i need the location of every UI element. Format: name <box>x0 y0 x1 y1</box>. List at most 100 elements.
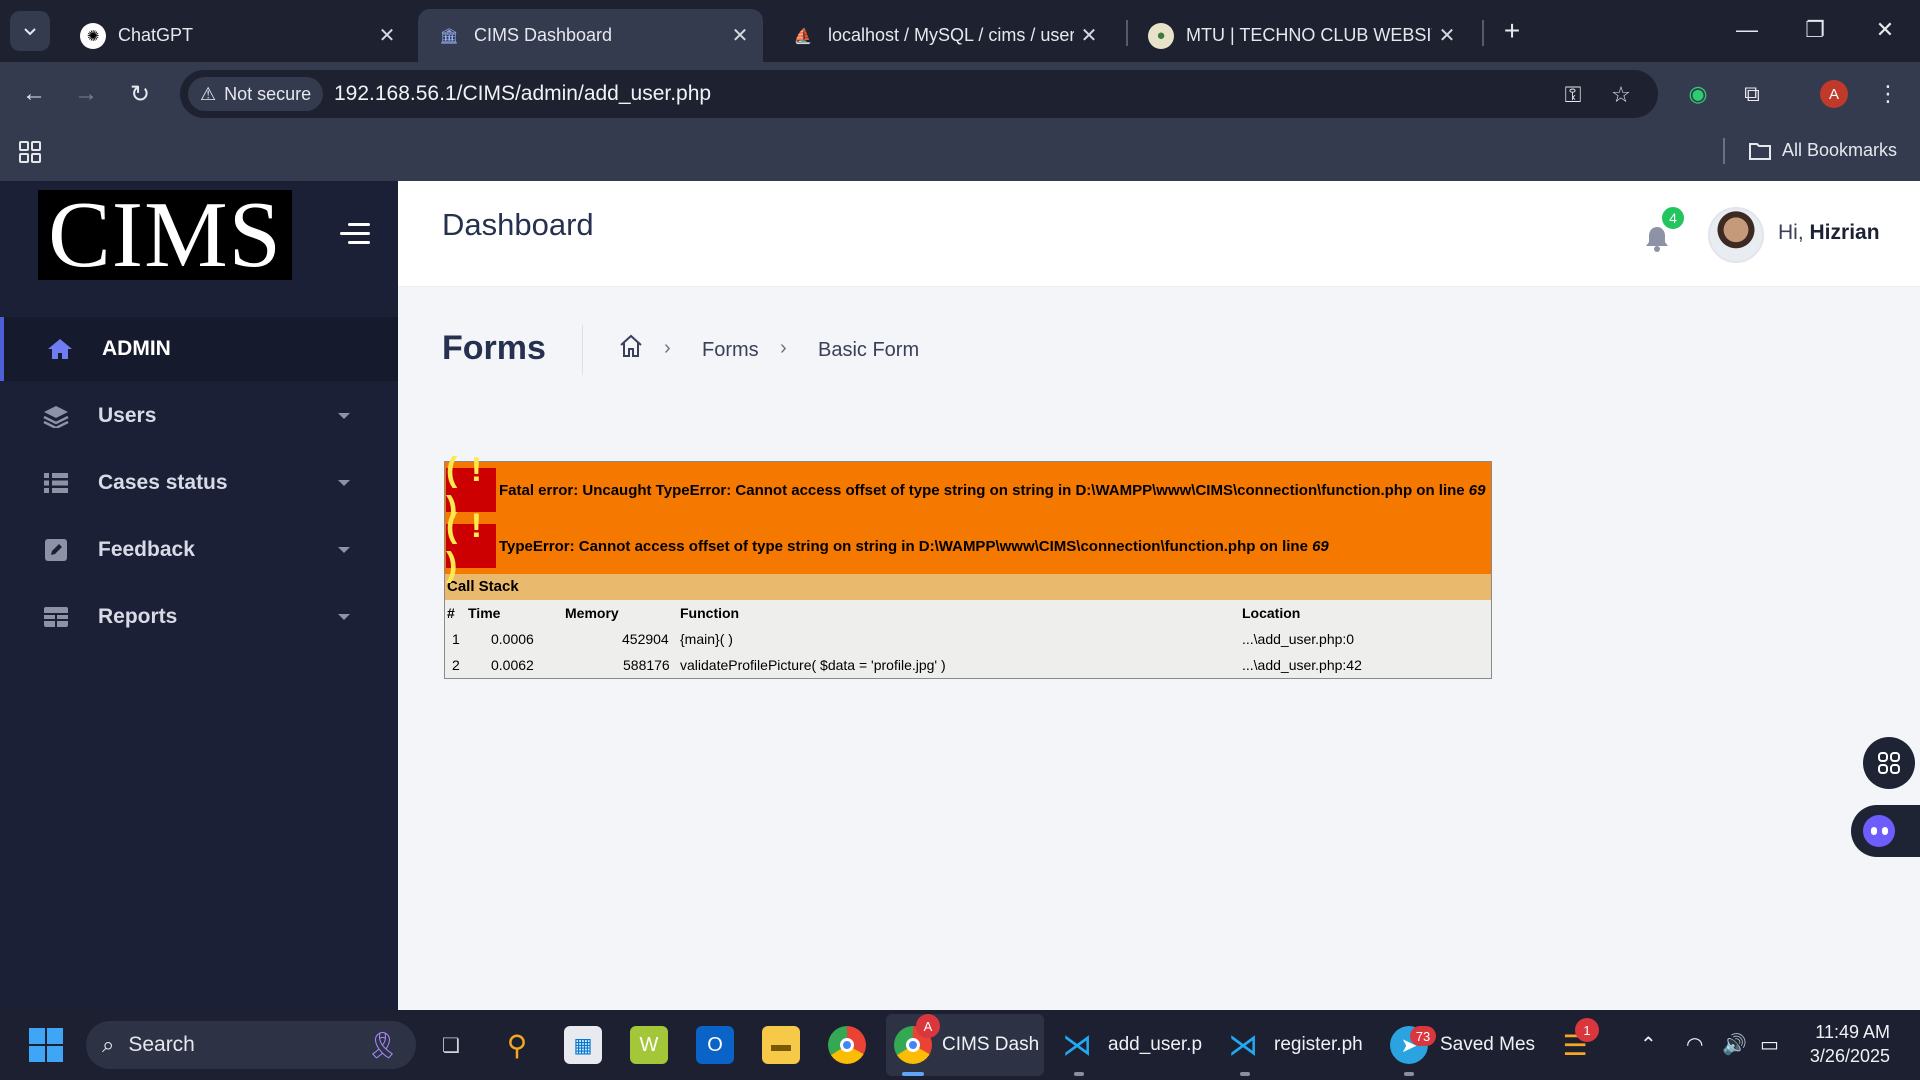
sidebar-item-reports[interactable]: Reports <box>0 585 398 649</box>
system-clock[interactable]: 11:49 AM 3/26/2025 <box>1808 1020 1890 1068</box>
app-header: Dashboard 4 Hi, Hizrian <box>398 181 1920 287</box>
clock-time: 11:49 AM <box>1815 1022 1890 1042</box>
sidebar-item-admin[interactable]: ADMIN <box>0 317 398 381</box>
taskbar-outlook[interactable]: O <box>696 1020 734 1070</box>
breadcrumb-forms[interactable]: Forms <box>702 339 759 362</box>
chevron-down-icon <box>24 28 36 36</box>
tab-search-button[interactable] <box>10 11 50 51</box>
task-view-icon: ❏ <box>442 1034 460 1057</box>
cims-logo[interactable]: CIMS <box>38 188 292 282</box>
taskbar-search-app[interactable]: ⚲ <box>498 1020 536 1070</box>
taskbar-store[interactable]: ▦ <box>564 1020 602 1070</box>
reload-button[interactable]: ↻ <box>120 74 160 114</box>
site-info-button[interactable]: ⚠ Not secure <box>188 77 324 111</box>
column-header: Function <box>680 605 740 621</box>
vscode-icon: ⋊ <box>1228 1028 1258 1062</box>
tab-chatgpt[interactable]: ✺ ChatGPT ✕ <box>62 9 410 62</box>
fatal-error-line: 69 <box>1468 482 1486 499</box>
cell-index: 2 <box>452 657 460 673</box>
tab-separator <box>1482 20 1484 46</box>
taskbar-item-label: Saved Mes <box>1440 1034 1536 1055</box>
bookmark-bar: All Bookmarks <box>0 126 1920 181</box>
close-icon[interactable]: ✕ <box>725 21 755 51</box>
close-icon[interactable]: ✕ <box>372 21 402 51</box>
url-text[interactable]: 192.168.56.1/CIMS/admin/add_user.php <box>334 82 711 106</box>
tab-separator <box>1126 20 1128 46</box>
address-bar[interactable]: ⚠ Not secure 192.168.56.1/CIMS/admin/add… <box>180 70 1658 118</box>
taskbar-telegram[interactable]: ➤ Saved Mes <box>1390 1020 1535 1070</box>
floating-assistant-button[interactable] <box>1851 805 1920 857</box>
volume-icon[interactable]: 🔊 <box>1722 1032 1747 1057</box>
ribbon-icon: 🎗 <box>366 1029 400 1060</box>
forward-button[interactable]: → <box>66 74 106 114</box>
back-button[interactable]: ← <box>14 74 54 114</box>
phpmyadmin-icon: ⛵ <box>793 27 813 45</box>
assistant-face-icon <box>1863 815 1895 847</box>
chatgpt-icon: ✺ <box>80 22 106 49</box>
all-bookmarks-label: All Bookmarks <box>1782 140 1898 160</box>
type-error-line: 69 <box>1312 538 1329 555</box>
breadcrumb-home-icon[interactable] <box>618 333 644 359</box>
layers-icon <box>42 402 70 430</box>
tab-cims-dashboard[interactable]: 🏛 CIMS Dashboard ✕ <box>418 9 763 62</box>
sidebar: CIMS ADMIN Users Cases status Feedback R… <box>0 181 398 1010</box>
puzzle-icon[interactable]: ⧉ <box>1734 76 1770 112</box>
security-label: Not secure <box>224 83 312 104</box>
sidebar-item-users[interactable]: Users <box>0 384 398 448</box>
start-button[interactable] <box>28 1020 64 1070</box>
cell-location: ...\add_user.php:42 <box>1242 657 1362 673</box>
running-indicator <box>1404 1072 1414 1076</box>
taskbar-search[interactable]: ⌕ Search 🎗 <box>86 1021 416 1069</box>
taskbar-wamp[interactable]: W <box>630 1020 668 1070</box>
tab-phpmyadmin[interactable]: ⛵ localhost / MySQL / cims / user ✕ <box>772 9 1112 62</box>
window-close-button[interactable]: ✕ <box>1860 10 1910 50</box>
extension-grammar-icon[interactable]: ◉ <box>1680 76 1716 112</box>
outlook-icon: O <box>696 1026 734 1064</box>
taskbar-chrome[interactable] <box>828 1020 866 1070</box>
close-icon[interactable]: ✕ <box>1432 21 1462 51</box>
browser-toolbar: ← → ↻ ⚠ Not secure 192.168.56.1/CIMS/adm… <box>0 62 1920 126</box>
running-indicator <box>1074 1072 1084 1076</box>
cell-location: ...\add_user.php:0 <box>1242 631 1355 647</box>
vscode-icon: ⋊ <box>1062 1028 1092 1062</box>
profile-avatar[interactable]: A <box>1820 80 1848 108</box>
folder-icon <box>1749 142 1771 160</box>
avatar[interactable] <box>1708 207 1764 263</box>
cell-memory: 452904 <box>622 631 669 647</box>
show-hidden-icons-chevron-icon[interactable]: ⌃ <box>1640 1032 1657 1057</box>
sidebar-item-cases-status[interactable]: Cases status <box>0 451 398 515</box>
sidebar-item-feedback[interactable]: Feedback <box>0 518 398 582</box>
apps-grid-icon[interactable] <box>18 140 42 164</box>
close-icon[interactable]: ✕ <box>1074 21 1104 51</box>
taskbar-vscode-add-user[interactable]: ⋊ add_user.p <box>1058 1020 1202 1070</box>
profile-badge: A <box>916 1014 940 1038</box>
browser-tab-bar: ✺ ChatGPT ✕ 🏛 CIMS Dashboard ✕ ⛵ localho… <box>0 0 1920 62</box>
running-indicator <box>1240 1072 1250 1076</box>
user-greeting[interactable]: Hi, Hizrian <box>1778 221 1880 245</box>
chevron-right-icon: › <box>780 337 787 359</box>
minimize-button[interactable]: — <box>1722 10 1772 50</box>
sidebar-item-label: ADMIN <box>102 337 171 360</box>
wifi-icon[interactable]: ◠ <box>1686 1032 1703 1057</box>
taskbar-vscode-register[interactable]: ⋊ register.ph <box>1224 1020 1363 1070</box>
all-bookmarks-button[interactable]: All Bookmarks <box>1748 140 1897 161</box>
column-header: # <box>447 605 455 621</box>
new-tab-button[interactable]: + <box>1495 14 1529 48</box>
table-row: 1 0.0006 452904 {main}( ) ...\add_user.p… <box>445 626 1491 652</box>
page-title: Forms <box>442 329 546 367</box>
tab-mtu-techno-club[interactable]: ● MTU | TECHNO CLUB WEBSITE ✕ <box>1130 9 1470 62</box>
column-header: Time <box>468 605 501 621</box>
kebab-menu-icon[interactable]: ⋮ <box>1870 76 1906 112</box>
battery-icon[interactable]: ▭ <box>1760 1032 1779 1057</box>
table-icon <box>42 603 70 631</box>
floating-apps-button[interactable] <box>1863 737 1915 789</box>
taskbar-file-explorer[interactable]: ▬ <box>762 1020 800 1070</box>
task-view-button[interactable]: ❏ <box>432 1020 470 1070</box>
star-icon[interactable]: ☆ <box>1606 80 1636 110</box>
key-icon[interactable]: ⚿ <box>1558 80 1588 110</box>
cell-time: 0.0062 <box>491 657 534 673</box>
hamburger-menu-icon[interactable] <box>340 223 370 247</box>
sidebar-item-label: Reports <box>98 605 178 628</box>
taskbar-item-label: register.ph <box>1274 1034 1363 1055</box>
restore-button[interactable]: ❐ <box>1790 10 1840 50</box>
